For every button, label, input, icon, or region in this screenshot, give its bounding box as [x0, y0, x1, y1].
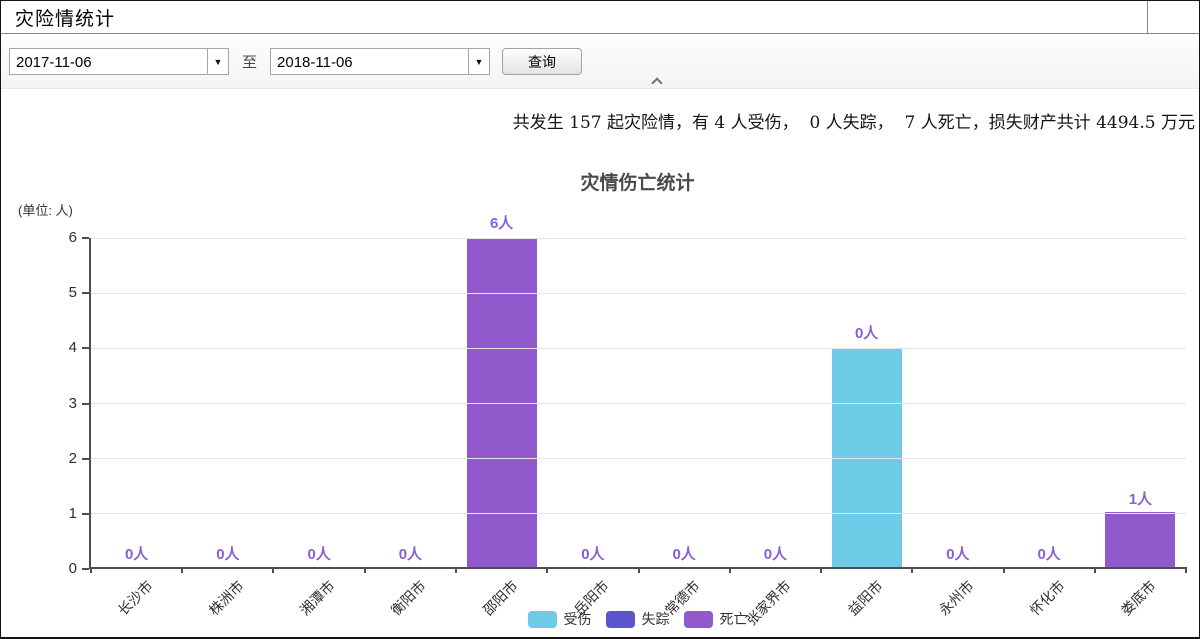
chart-unit-label: (单位: 人) — [18, 200, 73, 219]
to-label: 至 — [242, 51, 257, 72]
summary-text: 共发生 157 起灾险情，有 4 人受伤， 0 人失踪， 7 人死亡，损失财产共… — [513, 108, 1195, 133]
date-from-value[interactable]: 2017-11-06 — [10, 49, 207, 74]
date-from-dropdown-icon[interactable]: ▼ — [207, 49, 228, 74]
gridline-y-1 — [91, 513, 1186, 514]
y-axis-tick — [82, 237, 89, 239]
date-from-picker[interactable]: 2017-11-06 ▼ — [9, 48, 229, 75]
y-axis-tick — [82, 513, 89, 515]
value-label-益阳市: 0人 — [855, 326, 878, 341]
date-to-picker[interactable]: 2018-11-06 ▼ — [270, 48, 490, 75]
value-label-株洲市: 0人 — [216, 547, 239, 562]
legend-item-受伤[interactable]: 受伤 — [528, 609, 592, 629]
x-axis-tick — [364, 567, 366, 573]
y-axis-label: 2 — [41, 450, 77, 468]
x-axis-tick — [1003, 567, 1005, 573]
legend-item-失踪[interactable]: 失踪 — [606, 609, 670, 629]
title-bar: 灾险情统计 — [1, 1, 1199, 34]
x-axis-tick — [455, 567, 457, 573]
toolbar: 2017-11-06 ▼ 至 2018-11-06 ▼ 查询 — [1, 35, 1199, 89]
gridline-y-6 — [91, 238, 1186, 239]
legend-label: 失踪 — [642, 609, 670, 629]
legend-item-死亡[interactable]: 死亡 — [684, 609, 748, 629]
x-axis-tick — [638, 567, 640, 573]
chevron-up-icon — [651, 77, 662, 88]
value-label-邵阳市: 6人 — [490, 216, 513, 231]
value-label-张家界市: 0人 — [764, 547, 787, 562]
date-to-dropdown-icon[interactable]: ▼ — [468, 49, 489, 74]
x-axis-tick — [1185, 567, 1187, 573]
x-axis-tick — [546, 567, 548, 573]
y-axis-tick — [82, 403, 89, 405]
bar-死亡-娄底市 — [1105, 512, 1175, 567]
chart-legend: 受伤 失踪 死亡 — [89, 609, 1186, 629]
y-axis-label: 5 — [41, 284, 77, 302]
value-label-常德市: 0人 — [672, 547, 695, 562]
legend-label: 受伤 — [564, 609, 592, 629]
gridline-y-2 — [91, 458, 1186, 459]
value-label-衡阳市: 0人 — [399, 547, 422, 562]
y-axis-tick — [82, 347, 89, 349]
y-axis-tick — [82, 458, 89, 460]
chart-title: 灾情伤亡统计 — [89, 168, 1186, 195]
gridline-y-3 — [91, 403, 1186, 404]
y-axis-label: 1 — [41, 505, 77, 523]
query-button[interactable]: 查询 — [502, 48, 582, 75]
value-label-永州市: 0人 — [946, 547, 969, 562]
x-axis-tick — [820, 567, 822, 573]
y-axis-label: 4 — [41, 339, 77, 357]
y-axis-label: 0 — [41, 560, 77, 578]
value-label-岳阳市: 0人 — [581, 547, 604, 562]
legend-swatch-icon — [528, 611, 557, 628]
legend-swatch-icon — [684, 611, 713, 628]
legend-label: 死亡 — [720, 609, 748, 629]
gridline-y-4 — [91, 348, 1186, 349]
legend-swatch-icon — [606, 611, 635, 628]
value-label-长沙市: 0人 — [125, 547, 148, 562]
gridline-y-5 — [91, 293, 1186, 294]
x-axis-tick — [90, 567, 92, 573]
title-bar-divider — [1147, 1, 1148, 34]
x-axis-tick — [911, 567, 913, 573]
y-axis-tick — [82, 568, 89, 570]
x-axis-tick — [729, 567, 731, 573]
y-axis-label: 3 — [41, 395, 77, 413]
x-axis-tick — [272, 567, 274, 573]
y-axis-tick — [82, 292, 89, 294]
date-to-value[interactable]: 2018-11-06 — [271, 49, 468, 74]
value-label-娄底市: 1人 — [1129, 492, 1152, 507]
statistics-page: 灾险情统计 2017-11-06 ▼ 至 2018-11-06 ▼ 查询 共发生… — [0, 0, 1200, 639]
value-label-湘潭市: 0人 — [307, 547, 330, 562]
x-axis-tick — [1094, 567, 1096, 573]
bar-chart-plot-area: 0人长沙市0人株洲市0人湘潭市0人衡阳市6人邵阳市0人岳阳市0人常德市0人张家界… — [89, 238, 1186, 569]
value-label-怀化市: 0人 — [1037, 547, 1060, 562]
collapse-panel-handle[interactable] — [649, 75, 665, 87]
x-axis-tick — [181, 567, 183, 573]
y-axis-label: 6 — [41, 229, 77, 247]
page-title: 灾险情统计 — [15, 4, 115, 31]
